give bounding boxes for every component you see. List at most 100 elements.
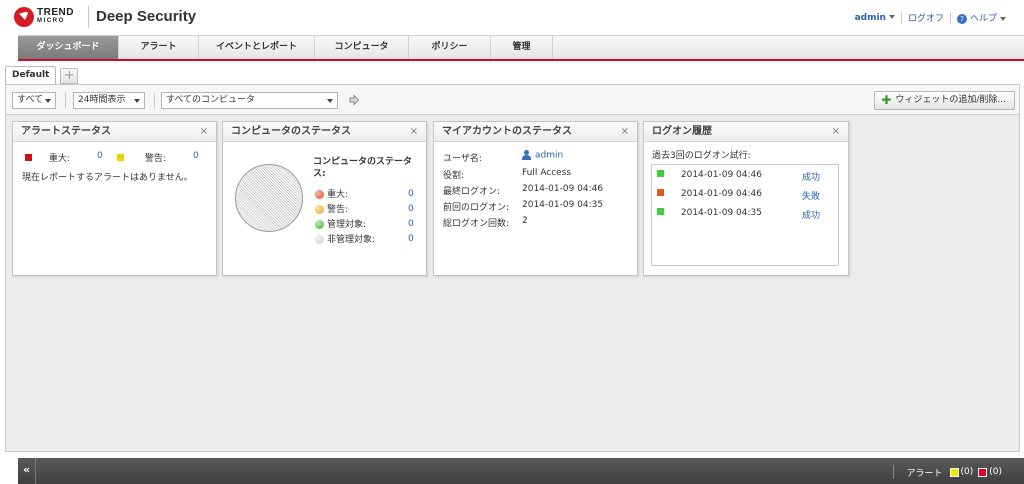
managed-status-icon	[315, 220, 324, 229]
logon-time: 2014-01-09 04:35	[680, 208, 762, 218]
nav-tab-dashboard[interactable]: ダッシュボード	[18, 36, 119, 59]
nav-tab-administration[interactable]: 管理	[491, 36, 553, 59]
username-link: admin	[535, 150, 564, 161]
logout-link[interactable]: ログオフ	[908, 11, 944, 24]
warning-count-link[interactable]: 0	[193, 151, 199, 161]
legend-label: 管理対象:	[327, 220, 367, 230]
filter-select[interactable]: すべて	[12, 92, 56, 109]
warning-status-icon	[117, 154, 124, 161]
widget-title: アラートステータス	[21, 126, 111, 137]
divider	[893, 465, 895, 479]
product-title: Deep Security	[96, 8, 197, 25]
logon-history-list: 2014-01-09 04:46 成功 2014-01-09 04:46 失敗 …	[651, 164, 839, 266]
arrow-right-icon[interactable]	[348, 94, 360, 106]
chevron-down-icon	[45, 99, 51, 103]
username-value[interactable]: admin	[522, 150, 563, 161]
previous-logon-label: 前回のログオン:	[443, 203, 510, 213]
dashboard-tabstrip: Default +	[5, 66, 79, 84]
help-icon: ?	[956, 14, 967, 24]
computer-status-pie-chart	[235, 164, 303, 232]
widget-header[interactable]: コンピュータのステータス ×	[223, 122, 426, 142]
close-icon[interactable]: ×	[410, 122, 418, 141]
legend-item-critical: 重大:	[315, 187, 348, 200]
close-icon[interactable]: ×	[832, 122, 840, 141]
widget-header[interactable]: マイアカウントのステータス ×	[434, 122, 637, 142]
legend-label: 非管理対象:	[327, 235, 376, 245]
header-divider	[88, 6, 89, 28]
computer-status-legend-title: コンピュータのステータ ス:	[313, 157, 413, 179]
chevron-down-icon	[888, 15, 895, 19]
nav-tab-computers[interactable]: コンピュータ	[315, 36, 409, 59]
critical-computers-count[interactable]: 0	[408, 189, 414, 199]
computer-filter-select[interactable]: すべてのコンピュータ	[161, 92, 338, 109]
logon-result-link[interactable]: 成功	[802, 170, 820, 183]
widget-title: ログオン履歴	[652, 126, 712, 137]
help-menu[interactable]: ? ヘルプ	[956, 11, 1006, 24]
success-status-icon	[657, 208, 664, 215]
logo-line1: TREND	[37, 7, 74, 18]
chevron-down-icon	[134, 99, 140, 103]
trend-micro-logo[interactable]: TREND MICRO	[14, 7, 74, 27]
filter-select-value: すべて	[17, 95, 44, 105]
close-icon[interactable]: ×	[200, 122, 208, 141]
widget-header[interactable]: アラートステータス ×	[13, 122, 216, 142]
list-item: 2014-01-09 04:46	[657, 189, 762, 199]
unmanaged-computers-count[interactable]: 0	[408, 234, 414, 244]
time-range-value: 24時間表示	[78, 95, 126, 105]
dashboard-tab-default[interactable]: Default	[5, 66, 57, 84]
username-label: ユーザ名:	[443, 154, 482, 164]
legend-item-managed: 管理対象:	[315, 217, 366, 230]
logo-line2: MICRO	[37, 18, 65, 24]
warning-status-icon	[315, 205, 324, 214]
user-menu-area: admin ログオフ ? ヘルプ	[855, 11, 1006, 24]
app-header: TREND MICRO Deep Security admin ログオフ ? ヘル…	[0, 0, 1024, 34]
time-range-select[interactable]: 24時間表示	[73, 92, 145, 109]
last-logon-label: 最終ログオン:	[443, 187, 501, 197]
total-logons-label: 総ログオン回数:	[443, 219, 510, 229]
legend-label: 警告:	[327, 205, 349, 215]
chevron-down-icon	[327, 99, 333, 103]
total-logons-value: 2	[522, 216, 528, 226]
user-icon	[522, 150, 531, 160]
critical-status-icon	[25, 154, 32, 161]
add-remove-widgets-button[interactable]: ✚ ウィジェットの追加/削除...	[874, 91, 1015, 110]
warning-label: 警告:	[144, 154, 166, 164]
logo-text: TREND MICRO	[37, 7, 74, 25]
managed-computers-count[interactable]: 0	[408, 219, 414, 229]
widget-header[interactable]: ログオン履歴 ×	[644, 122, 848, 142]
main-nav: ダッシュボード アラート イベントとレポート コンピュータ ポリシー 管理	[18, 35, 1024, 59]
legend-label: 重大:	[327, 190, 349, 200]
toolbar-divider	[154, 93, 155, 108]
divider	[949, 11, 951, 24]
warning-computers-count[interactable]: 0	[408, 204, 414, 214]
list-item: 2014-01-09 04:35	[657, 208, 762, 218]
critical-count-link[interactable]: 0	[97, 151, 103, 161]
role-label: 役割:	[443, 171, 465, 181]
collapse-icon[interactable]: «	[18, 458, 36, 484]
plus-icon: ✚	[881, 93, 892, 107]
chevron-down-icon	[1000, 16, 1006, 21]
role-value: Full Access	[522, 168, 572, 178]
close-icon[interactable]: ×	[621, 122, 629, 141]
critical-alert-count: (0)	[989, 467, 1002, 477]
logon-result-link[interactable]: 成功	[802, 208, 820, 221]
alert-status-summary[interactable]: アラート (0) (0)	[893, 465, 1002, 479]
no-alerts-message: 現在レポートするアラートはありません。	[22, 173, 193, 183]
last-logon-value: 2014-01-09 04:46	[522, 184, 604, 194]
nav-tab-events-reports[interactable]: イベントとレポート	[199, 36, 315, 59]
critical-status-icon	[315, 190, 324, 199]
logon-result-link[interactable]: 失敗	[802, 189, 820, 202]
critical-alert-icon	[978, 467, 988, 477]
warning-alert-count: (0)	[960, 467, 974, 477]
nav-tab-alerts[interactable]: アラート	[119, 36, 199, 59]
list-item: 2014-01-09 04:46	[657, 170, 762, 180]
toolbar-divider	[65, 93, 66, 108]
widget-account-status: マイアカウントのステータス × ユーザ名: admin 役割: Full Acc…	[433, 121, 638, 276]
computer-filter-value: すべてのコンピュータ	[166, 95, 256, 105]
widget-title: コンピュータのステータス	[231, 126, 351, 137]
add-tab-icon[interactable]: +	[60, 68, 79, 84]
add-remove-widgets-label: ウィジェットの追加/削除...	[895, 95, 1006, 105]
nav-tab-policies[interactable]: ポリシー	[409, 36, 491, 59]
user-menu[interactable]: admin	[855, 13, 895, 23]
logon-time: 2014-01-09 04:46	[680, 170, 762, 180]
